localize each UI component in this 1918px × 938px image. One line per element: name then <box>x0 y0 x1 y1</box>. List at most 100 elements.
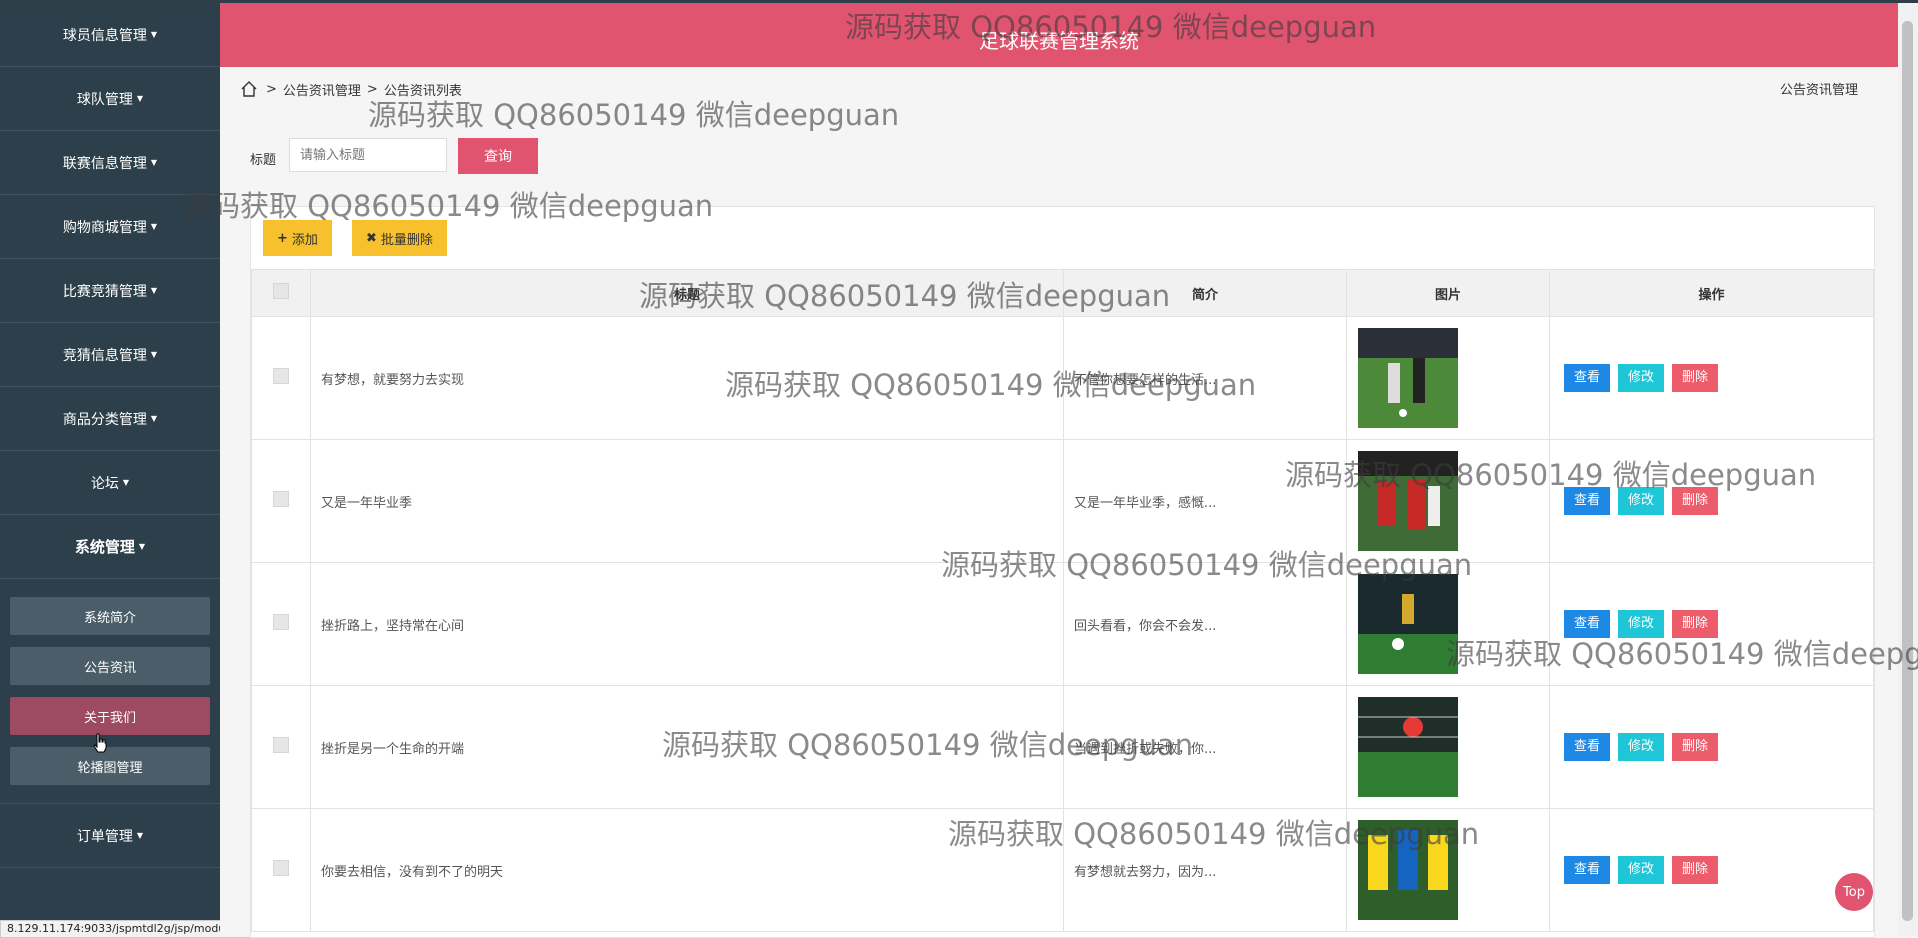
scrollbar[interactable] <box>1898 3 1918 936</box>
row-image-cell <box>1346 439 1550 563</box>
sidebar-item-label: 订单管理 <box>76 828 133 845</box>
breadcrumb-level2: 公告资讯列表 <box>383 83 462 99</box>
sidebar-item-shop[interactable]: 购物商城管理 ▼ <box>0 195 220 259</box>
sidebar-item-guess-info[interactable]: 竞猜信息管理 ▼ <box>0 323 220 387</box>
sidebar-item-leagues[interactable]: 联赛信息管理 ▼ <box>0 131 220 195</box>
sidebar-item-label: 购物商城管理 <box>62 219 147 236</box>
sidebar-item-categories[interactable]: 商品分类管理 ▼ <box>0 387 220 451</box>
page-section-title: 公告资讯管理 <box>1779 83 1858 98</box>
search-button[interactable]: 查询 <box>458 138 538 174</box>
column-header-title[interactable]: 标题 <box>310 269 1064 317</box>
table-panel: + 添加 ✖ 批量删除 标题 简介 图片 操作 有梦想，就要努力去实现 不管你想要怎… <box>250 206 1875 938</box>
row-checkbox-cell <box>251 562 311 686</box>
news-thumbnail[interactable] <box>1358 328 1458 428</box>
row-title: 又是一年毕业季 <box>310 439 1064 563</box>
view-button[interactable]: 查看 <box>1564 610 1611 638</box>
sidebar-item-label: 球队管理 <box>76 91 133 108</box>
row-checkbox[interactable] <box>273 860 289 876</box>
row-image-cell <box>1346 685 1550 809</box>
caret-down-icon: ▼ <box>136 94 144 103</box>
table-row: 有梦想，就要努力去实现 不管你想要怎样的生活... 查看 修改 删除 <box>251 316 1874 440</box>
sidebar-item-forum[interactable]: 论坛 ▼ <box>0 451 220 515</box>
edit-button[interactable]: 修改 <box>1618 733 1665 761</box>
breadcrumb: > 公告资讯管理 > 公告资讯列表 <box>240 78 468 100</box>
breadcrumb-level1[interactable]: 公告资讯管理 <box>283 80 361 99</box>
view-button[interactable]: 查看 <box>1564 733 1611 761</box>
delete-button[interactable]: 删除 <box>1672 856 1719 884</box>
sidebar-item-match-guess[interactable]: 比赛竞猜管理 ▼ <box>0 259 220 323</box>
caret-down-icon: ▼ <box>138 542 146 551</box>
sidebar-item-system[interactable]: 系统管理 ▼ <box>0 515 220 579</box>
row-checkbox[interactable] <box>273 491 289 507</box>
home-icon[interactable] <box>240 80 258 98</box>
table-row: 你要去相信，没有到不了的明天 有梦想就去努力，因为... 查看 修改 删除 <box>251 808 1874 932</box>
sidebar-item-label: 商品分类管理 <box>62 411 147 428</box>
edit-button[interactable]: 修改 <box>1618 856 1665 884</box>
row-checkbox[interactable] <box>273 614 289 630</box>
submenu-carousel[interactable]: 轮播图管理 <box>10 747 210 785</box>
view-button[interactable]: 查看 <box>1564 487 1611 515</box>
sidebar-item-players[interactable]: 球员信息管理 ▼ <box>0 3 220 67</box>
column-header-image: 图片 <box>1346 269 1550 317</box>
row-title: 你要去相信，没有到不了的明天 <box>310 808 1064 932</box>
news-thumbnail[interactable] <box>1358 451 1458 551</box>
breadcrumb-separator: > <box>366 81 378 97</box>
sidebar-item-teams[interactable]: 球队管理 ▼ <box>0 67 220 131</box>
row-actions: 查看 修改 删除 <box>1549 316 1874 440</box>
submenu-about-us[interactable]: 关于我们 <box>10 697 210 735</box>
row-actions: 查看 修改 删除 <box>1549 685 1874 809</box>
row-checkbox-cell <box>251 439 311 563</box>
title-search-input[interactable] <box>289 138 447 172</box>
row-actions: 查看 修改 删除 <box>1549 808 1874 932</box>
row-image-cell <box>1346 808 1550 932</box>
add-button[interactable]: + 添加 <box>263 220 332 256</box>
sidebar-item-label: 论坛 <box>90 475 119 492</box>
caret-down-icon: ▼ <box>150 414 158 423</box>
news-thumbnail[interactable] <box>1358 574 1458 674</box>
delete-button[interactable]: 删除 <box>1672 610 1719 638</box>
sidebar-item-label: 比赛竞猜管理 <box>62 283 147 300</box>
row-checkbox[interactable] <box>273 737 289 753</box>
back-to-top-button[interactable]: Top <box>1835 873 1873 911</box>
edit-button[interactable]: 修改 <box>1618 610 1665 638</box>
delete-button[interactable]: 删除 <box>1672 487 1719 515</box>
data-table: 标题 简介 图片 操作 有梦想，就要努力去实现 不管你想要怎样的生活... 查看… <box>251 269 1874 932</box>
caret-down-icon: ▼ <box>150 350 158 359</box>
row-summary: 又是一年毕业季，感慨... <box>1063 439 1347 563</box>
row-actions: 查看 修改 删除 <box>1549 439 1874 563</box>
row-image-cell <box>1346 562 1550 686</box>
submenu-system-intro[interactable]: 系统简介 <box>10 597 210 635</box>
column-header-summary: 简介 <box>1063 269 1347 317</box>
row-summary: 回头看看，你会不会发... <box>1063 562 1347 686</box>
sidebar-item-label: 联赛信息管理 <box>62 155 147 172</box>
delete-button[interactable]: 删除 <box>1672 733 1719 761</box>
row-summary: 当遇到挫折或失败，你... <box>1063 685 1347 809</box>
caret-down-icon: ▼ <box>122 478 130 487</box>
view-button[interactable]: 查看 <box>1564 364 1611 392</box>
edit-button[interactable]: 修改 <box>1618 364 1665 392</box>
batch-delete-button[interactable]: ✖ 批量删除 <box>352 220 447 256</box>
row-actions: 查看 修改 删除 <box>1549 562 1874 686</box>
view-button[interactable]: 查看 <box>1564 856 1611 884</box>
search-label: 标题 <box>250 153 277 168</box>
news-thumbnail[interactable] <box>1358 820 1458 920</box>
scroll-thumb[interactable] <box>1902 21 1913 921</box>
table-row: 挫折是另一个生命的开端 当遇到挫折或失败，你... 查看 修改 删除 <box>251 685 1874 809</box>
news-thumbnail[interactable] <box>1358 697 1458 797</box>
row-image-cell <box>1346 316 1550 440</box>
select-all-cell <box>251 269 311 317</box>
sidebar-item-label: 系统管理 <box>74 538 135 556</box>
submenu-announcements[interactable]: 公告资讯 <box>10 647 210 685</box>
table-header-row: 标题 简介 图片 操作 <box>251 269 1874 317</box>
row-title: 挫折是另一个生命的开端 <box>310 685 1064 809</box>
row-checkbox[interactable] <box>273 368 289 384</box>
row-checkbox-cell <box>251 685 311 809</box>
row-summary: 有梦想就去努力，因为... <box>1063 808 1347 932</box>
hand-cursor-icon <box>93 733 107 753</box>
sidebar-item-orders[interactable]: 订单管理 ▼ <box>0 804 220 868</box>
breadcrumb-separator: > <box>266 81 277 97</box>
column-header-actions: 操作 <box>1549 269 1874 317</box>
delete-button[interactable]: 删除 <box>1672 364 1719 392</box>
select-all-checkbox[interactable] <box>273 283 289 299</box>
edit-button[interactable]: 修改 <box>1618 487 1665 515</box>
